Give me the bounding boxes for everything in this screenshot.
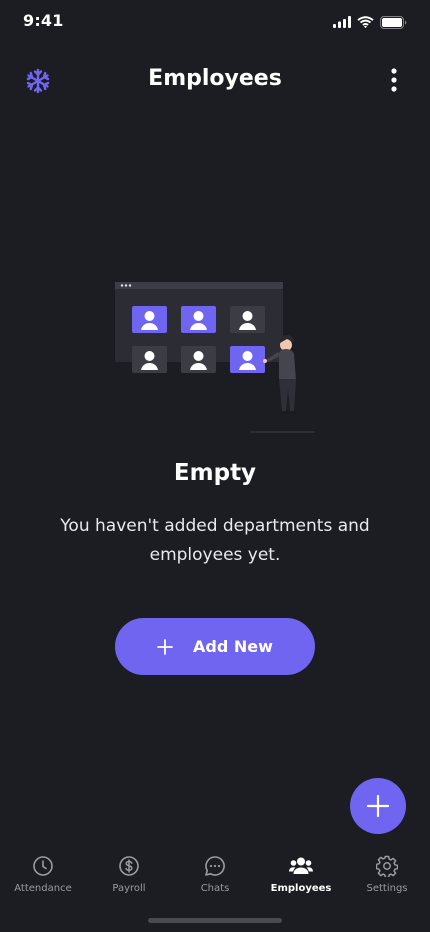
nav-label-attendance: Attendance	[14, 883, 72, 894]
nav-label-chats: Chats	[200, 883, 230, 894]
empty-state-title: Empty	[173, 460, 257, 486]
wifi-icon	[357, 16, 374, 28]
plus-icon	[157, 638, 173, 655]
status-bar: 9:41	[0, 0, 430, 44]
battery-icon	[380, 15, 407, 29]
add-new-button-label: Add New	[193, 637, 273, 656]
status-icons	[333, 15, 407, 29]
clock-icon	[31, 854, 55, 878]
nav-label-employees: Employees	[270, 883, 332, 894]
empty-state-illustration	[110, 278, 320, 438]
gear-icon	[375, 854, 399, 878]
home-indicator	[148, 918, 282, 923]
nav-label-payroll: Payroll	[112, 883, 146, 894]
nav-item-chats[interactable]: Chats	[172, 846, 258, 906]
nav-item-employees[interactable]: Employees	[258, 846, 344, 906]
nav-item-attendance[interactable]: Attendance	[0, 846, 86, 906]
users-icon	[289, 854, 313, 878]
more-options-button[interactable]	[380, 66, 408, 94]
page-title: Employees	[148, 66, 282, 91]
bottom-navigation: Attendance Payroll Chats Employees Setti…	[0, 846, 430, 906]
dollar-circle-icon	[117, 854, 141, 878]
chat-bubble-icon	[203, 854, 227, 878]
empty-state-message: You haven't added departments and employ…	[60, 516, 370, 565]
add-new-button[interactable]: Add New	[115, 618, 315, 675]
nav-label-settings: Settings	[366, 883, 408, 894]
video-call-people-illustration	[115, 282, 315, 433]
nav-item-payroll[interactable]: Payroll	[86, 846, 172, 906]
nav-item-settings[interactable]: Settings	[344, 846, 430, 906]
status-time: 9:41	[23, 11, 64, 30]
floating-add-button[interactable]	[350, 778, 406, 834]
more-vertical-icon	[391, 68, 397, 92]
app-header: Employees	[0, 56, 430, 104]
signal-icon	[333, 16, 351, 28]
plus-icon	[367, 795, 389, 817]
